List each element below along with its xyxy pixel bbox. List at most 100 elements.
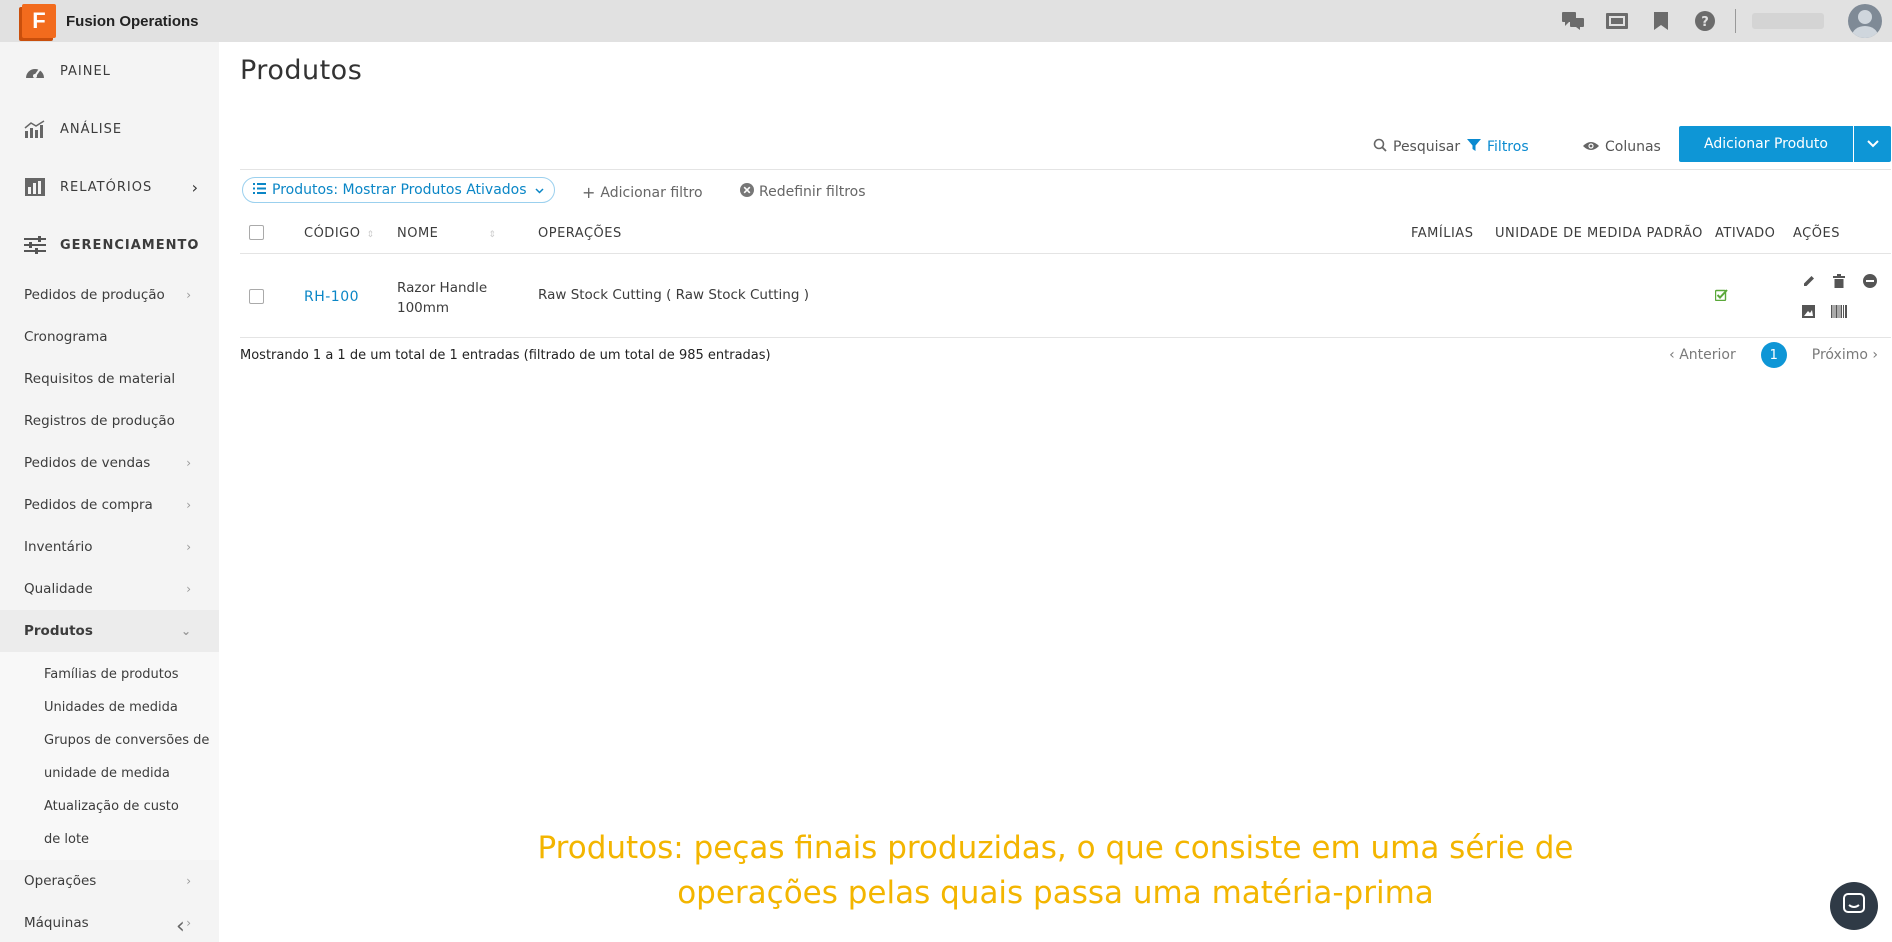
user-name[interactable] <box>1752 13 1824 29</box>
sidebar-subitem-atualizacao-custo[interactable]: Atualização de custo de lote <box>0 790 219 856</box>
prev-page-button[interactable]: ‹ Anterior <box>1669 347 1736 363</box>
app-title[interactable]: Fusion Operations <box>66 13 199 30</box>
sidebar-item-cronograma[interactable]: Cronograma <box>0 316 219 358</box>
chevron-right-icon: › <box>186 288 191 302</box>
add-product-dropdown[interactable] <box>1853 126 1891 162</box>
enabled-check-icon <box>1714 289 1728 305</box>
current-page[interactable]: 1 <box>1760 342 1787 368</box>
sidebar-item-label: RELATÓRIOS <box>60 179 153 195</box>
page-title: Produtos <box>240 55 363 86</box>
trash-icon[interactable] <box>1833 274 1845 292</box>
prev-label: Anterior <box>1679 347 1736 363</box>
sidebar-item-inventario[interactable]: Inventário › <box>0 526 219 568</box>
image-icon[interactable] <box>1802 305 1815 322</box>
sidebar-item-registros-producao[interactable]: Registros de produção <box>0 400 219 442</box>
app-logo[interactable]: F <box>22 4 56 38</box>
columns-button[interactable]: Colunas <box>1583 138 1661 156</box>
chevron-right-icon: › <box>191 177 199 197</box>
list-icon <box>253 182 266 198</box>
select-all-checkbox[interactable] <box>249 225 264 240</box>
sidebar-item-label: Qualidade <box>24 581 93 597</box>
sidebar-item-label: Pedidos de produção <box>24 287 165 303</box>
sidebar-item-label: Máquinas <box>24 915 89 931</box>
sidebar-item-label: Requisitos de material <box>24 371 176 387</box>
sidebar-item-relatorios[interactable]: RELATÓRIOS › <box>0 158 219 216</box>
sort-icon: ⇕ <box>488 230 497 240</box>
avatar[interactable] <box>1848 4 1882 38</box>
disable-icon[interactable] <box>1863 274 1877 292</box>
search-label: Pesquisar <box>1393 139 1461 155</box>
chat-icon <box>1843 893 1865 919</box>
search-icon <box>1373 138 1387 156</box>
table-header: CÓDIGO ⇕ NOME ⇕ OPERAÇÕES FAMÍLIAS UNIDADE… <box>240 212 1891 254</box>
sidebar-item-qualidade[interactable]: Qualidade › <box>0 568 219 610</box>
caption-line-1: Produtos: peças finais produzidas, o que… <box>537 830 1574 866</box>
topbar-divider <box>1735 9 1736 33</box>
sidebar-subitem-unidades[interactable]: Unidades de medida <box>0 691 219 724</box>
reset-filters-button[interactable]: Redefinir filtros <box>740 183 866 201</box>
sidebar-item-operacoes[interactable]: Operações › <box>0 860 219 902</box>
chevron-down-icon: ⌄ <box>180 624 191 638</box>
table-info: Mostrando 1 a 1 de um total de 1 entrada… <box>240 348 771 363</box>
row-checkbox[interactable] <box>249 289 264 304</box>
sidebar-item-maquinas[interactable]: Máquinas › <box>0 902 219 942</box>
edit-icon[interactable] <box>1802 274 1816 292</box>
sidebar-item-label: PAINEL <box>60 63 111 79</box>
product-operations: Raw Stock Cutting ( Raw Stock Cutting ) <box>538 287 809 303</box>
sidebar-item-requisitos-material[interactable]: Requisitos de material <box>0 358 219 400</box>
sidebar-item-gerenciamento[interactable]: GERENCIAMENTO ⌄ <box>0 216 219 274</box>
add-filter-label: Adicionar filtro <box>600 184 703 201</box>
sidebar-item-produtos[interactable]: Produtos ⌄ <box>0 610 219 652</box>
sidebar-item-painel[interactable]: PAINEL <box>0 42 219 100</box>
barcode-icon[interactable] <box>1831 305 1847 322</box>
chevron-right-icon: › <box>186 874 191 888</box>
sidebar-item-label: Pedidos de vendas <box>24 455 151 471</box>
sidebar-item-pedidos-producao[interactable]: Pedidos de produção › <box>0 274 219 316</box>
header-name[interactable]: NOME ⇕ <box>397 226 496 241</box>
sort-icon: ⇕ <box>366 230 375 240</box>
add-product-button[interactable]: Adicionar Produto <box>1679 126 1853 162</box>
add-filter-button[interactable]: + Adicionar filtro <box>582 183 703 202</box>
svg-text:?: ? <box>1701 15 1709 30</box>
main-content: Produtos Pesquisar Filtros Colunas Adici… <box>219 42 1892 942</box>
filters-label: Filtros <box>1487 139 1529 155</box>
caption-line-2: operações pelas quais passa uma matéria-… <box>677 875 1434 911</box>
chevron-down-icon <box>535 184 544 197</box>
chevron-right-icon: › <box>186 540 191 554</box>
chat-icon[interactable] <box>1551 0 1595 42</box>
header-code[interactable]: CÓDIGO ⇕ <box>304 226 375 241</box>
monitor-icon[interactable] <box>1595 0 1639 42</box>
header-operations: OPERAÇÕES <box>538 226 622 241</box>
bookmark-icon[interactable] <box>1639 0 1683 42</box>
active-filter-label: Produtos: Mostrar Produtos Ativados <box>272 182 527 198</box>
sidebar: PAINEL ANÁLISE RELATÓRIOS › GERENCIAMENT… <box>0 42 219 942</box>
eye-icon <box>1583 138 1599 156</box>
help-icon[interactable]: ? <box>1683 0 1727 42</box>
filter-row: Produtos: Mostrar Produtos Ativados + Ad… <box>240 173 1891 207</box>
support-chat-button[interactable] <box>1830 882 1878 930</box>
collapse-sidebar-icon[interactable]: ‹ <box>176 914 185 939</box>
product-name: Razor Handle 100mm <box>397 280 488 316</box>
chevron-right-icon: › <box>186 456 191 470</box>
analytics-icon <box>24 118 46 140</box>
sidebar-item-label: Pedidos de compra <box>24 497 153 513</box>
search-button[interactable]: Pesquisar <box>1373 138 1460 156</box>
chevron-right-icon: › <box>186 916 191 930</box>
filters-button[interactable]: Filtros <box>1467 138 1529 156</box>
chevron-down-icon: ⌄ <box>186 237 199 253</box>
next-label: Próximo <box>1811 347 1868 363</box>
next-page-button[interactable]: Próximo › <box>1812 347 1878 363</box>
active-filter-chip[interactable]: Produtos: Mostrar Produtos Ativados <box>242 177 555 203</box>
settings-sliders-icon <box>24 234 46 256</box>
plus-icon: + <box>582 183 596 202</box>
logo-letter: F <box>32 8 46 33</box>
top-icons: ? <box>1551 0 1892 42</box>
product-code-link[interactable]: RH-100 <box>304 289 359 305</box>
sidebar-item-pedidos-vendas[interactable]: Pedidos de vendas › <box>0 442 219 484</box>
header-families: FAMÍLIAS <box>1411 226 1474 241</box>
sidebar-subitem-grupos-conversoes[interactable]: Grupos de conversões de unidade de medid… <box>0 724 219 790</box>
sidebar-item-analise[interactable]: ANÁLISE <box>0 100 219 158</box>
sidebar-item-pedidos-compra[interactable]: Pedidos de compra › <box>0 484 219 526</box>
sidebar-item-label: Registros de produção <box>24 413 175 429</box>
sidebar-subitem-familias[interactable]: Famílias de produtos <box>0 658 219 691</box>
